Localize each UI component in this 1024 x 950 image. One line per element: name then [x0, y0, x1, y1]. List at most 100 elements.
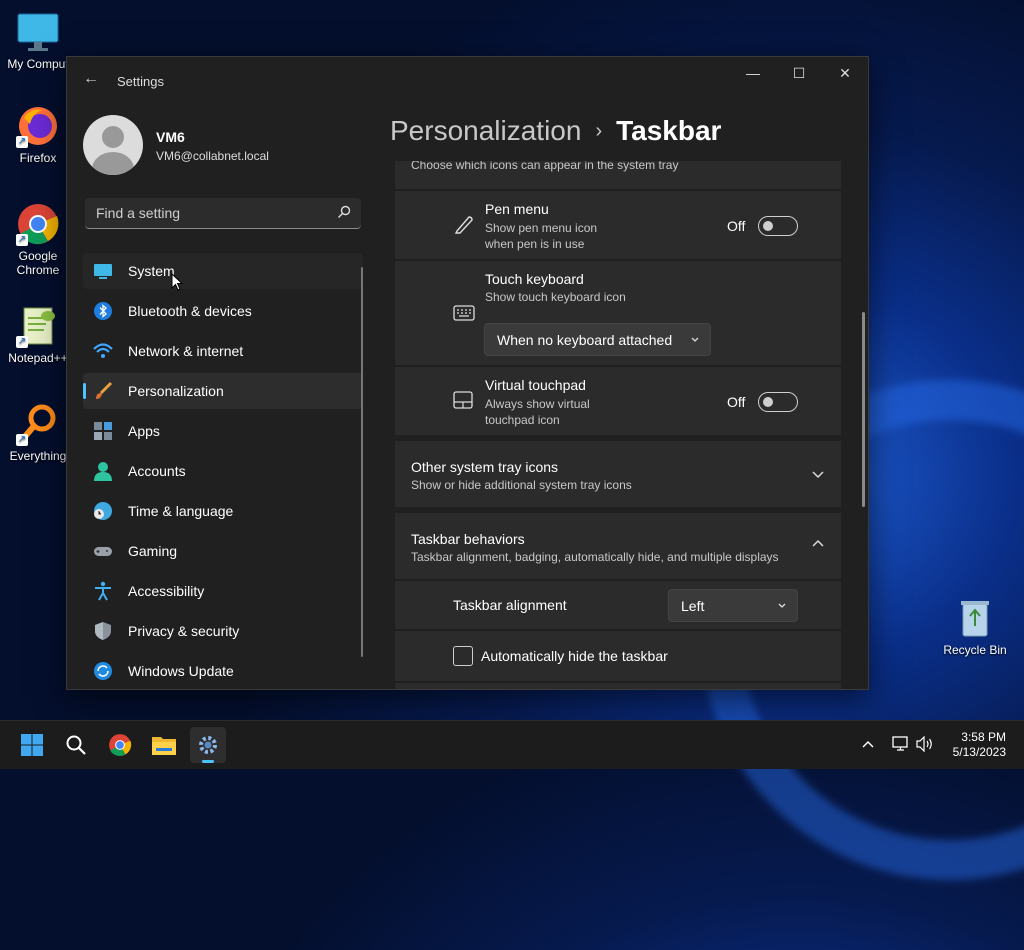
shortcut-arrow-icon: ↗ [16, 336, 28, 348]
chevron-up-icon[interactable] [862, 739, 874, 749]
desktop-icon-label: My Comput [7, 57, 69, 71]
search-icon [66, 735, 86, 755]
desktop-icon-label: Notepad++ [8, 351, 68, 365]
virtual-touchpad-title: Virtual touchpad [485, 377, 586, 393]
sidebar-item-accounts[interactable]: Accounts [83, 453, 363, 489]
sidebar-item-label: Time & language [128, 503, 234, 519]
sidebar-item-label: Accessibility [128, 583, 205, 599]
desktop-icon-label: Firefox [19, 151, 57, 165]
sidebar-item-apps[interactable]: Apps [83, 413, 363, 449]
desktop-icon-label: Google Chrome [16, 249, 60, 277]
desktop-icon-my-computer[interactable]: My Comput [0, 10, 76, 71]
title-bar: ← Settings — ☐ ✕ [67, 57, 868, 105]
breadcrumb: Personalization › Taskbar [390, 115, 721, 147]
desktop-icon-firefox[interactable]: ↗ Firefox [0, 104, 76, 165]
chevron-down-icon[interactable] [811, 467, 825, 481]
person-icon [94, 462, 112, 481]
sidebar-item-time-language[interactable]: Time & language [83, 493, 363, 529]
magnifier-icon: ↗ [16, 402, 60, 446]
volume-icon[interactable] [916, 736, 934, 752]
sidebar-item-network[interactable]: Network & internet [83, 333, 363, 369]
autohide-checkbox[interactable] [453, 646, 473, 666]
monitor-icon [16, 10, 60, 54]
taskbar-behaviors-title: Taskbar behaviors [411, 531, 525, 547]
tray-icons-header[interactable]: Choose which icons can appear in the sys… [395, 161, 841, 189]
autohide-label[interactable]: Automatically hide the taskbar [481, 648, 668, 664]
sidebar-item-label: Bluetooth & devices [128, 303, 252, 319]
user-email: VM6@collabnet.local [156, 149, 269, 163]
sidebar-item-accessibility[interactable]: Accessibility [83, 573, 363, 609]
breadcrumb-separator: › [595, 120, 603, 142]
desktop-icon-chrome[interactable]: ↗ Google Chrome [0, 202, 76, 277]
chevron-up-icon[interactable] [811, 537, 825, 551]
pen-menu-subtitle: Show pen menu icon when pen is in use [485, 221, 598, 251]
pen-menu-state: Off [727, 218, 746, 234]
update-icon [94, 662, 112, 680]
sidebar-scrollbar[interactable] [361, 267, 363, 657]
monitor-icon [94, 264, 112, 279]
sidebar-item-label: Apps [128, 423, 160, 439]
bluetooth-icon [94, 302, 112, 320]
clock-time: 3:58 PM [961, 730, 1006, 744]
desktop-icon-everything[interactable]: ↗ Everything [0, 402, 76, 463]
dropdown-value: Left [681, 598, 705, 614]
other-tray-subtitle: Show or hide additional system tray icon… [411, 478, 632, 492]
start-button[interactable] [14, 727, 50, 763]
chevron-down-icon [691, 337, 699, 342]
shortcut-arrow-icon: ↗ [16, 136, 28, 148]
sidebar-item-privacy[interactable]: Privacy & security [83, 613, 363, 649]
back-button[interactable]: ← [81, 69, 101, 89]
desktop-icon-notepadpp[interactable]: ↗ Notepad++ [0, 304, 76, 365]
virtual-touchpad-subtitle: Always show virtual touchpad icon [485, 397, 590, 427]
search-icon[interactable] [337, 205, 351, 219]
search-box[interactable] [85, 198, 361, 229]
gamepad-icon [94, 547, 112, 556]
sidebar-item-windows-update[interactable]: Windows Update [83, 653, 363, 689]
network-icon[interactable] [892, 736, 910, 752]
notepadpp-icon: ↗ [16, 304, 60, 348]
taskbar-alignment-dropdown[interactable]: Left [668, 589, 798, 622]
desktop-icon-label: Recycle Bin [943, 643, 1007, 657]
other-tray-title: Other system tray icons [411, 459, 559, 475]
taskbar-alignment-label: Taskbar alignment [453, 597, 567, 613]
virtual-touchpad-row: Virtual touchpad Always show virtual tou… [395, 367, 841, 435]
touch-keyboard-row: Touch keyboard Show touch keyboard icon … [395, 261, 841, 365]
window-title: Settings [117, 74, 164, 89]
other-tray-icons-card[interactable]: Other system tray icons Show or hide add… [395, 441, 841, 507]
chrome-icon [109, 734, 132, 756]
system-clock[interactable]: 3:58 PM 5/13/2023 [953, 730, 1006, 760]
next-row-partial [395, 683, 841, 689]
sidebar-item-bluetooth[interactable]: Bluetooth & devices [83, 293, 363, 329]
globe-clock-icon [94, 502, 112, 520]
apps-icon [94, 422, 112, 440]
sidebar-item-label: System [128, 263, 175, 279]
avatar[interactable] [83, 115, 143, 175]
content-scrollbar[interactable] [862, 312, 865, 507]
active-app-indicator [202, 760, 214, 763]
search-input[interactable] [94, 204, 328, 222]
maximize-button[interactable]: ☐ [776, 57, 822, 89]
taskbar-behaviors-subtitle: Taskbar alignment, badging, automaticall… [411, 550, 779, 564]
taskbar-behaviors-card[interactable]: Taskbar behaviors Taskbar alignment, bad… [395, 513, 841, 579]
taskbar-search-button[interactable] [58, 727, 94, 763]
touch-keyboard-title: Touch keyboard [485, 271, 584, 287]
touch-keyboard-dropdown[interactable]: When no keyboard attached [484, 323, 711, 356]
desktop-icon-label: Everything [9, 449, 67, 463]
sidebar-item-gaming[interactable]: Gaming [83, 533, 363, 569]
sidebar-item-label: Personalization [128, 383, 224, 399]
taskbar-settings-button[interactable] [190, 727, 226, 763]
breadcrumb-parent[interactable]: Personalization [390, 115, 581, 146]
autohide-row: Automatically hide the taskbar [395, 631, 841, 681]
sidebar-item-personalization[interactable]: Personalization [83, 373, 363, 409]
taskbar-chrome-button[interactable] [102, 727, 138, 763]
pen-menu-toggle[interactable] [758, 216, 798, 236]
shield-icon [95, 622, 111, 640]
close-button[interactable]: ✕ [822, 57, 868, 89]
virtual-touchpad-toggle[interactable] [758, 392, 798, 412]
minimize-button[interactable]: — [730, 57, 776, 89]
desktop-icon-recycle-bin[interactable]: Recycle Bin [937, 596, 1013, 657]
page-title: Taskbar [616, 115, 722, 146]
taskbar-file-explorer-button[interactable] [146, 727, 182, 763]
avatar-body [92, 152, 134, 175]
sidebar-item-system[interactable]: System [83, 253, 363, 289]
